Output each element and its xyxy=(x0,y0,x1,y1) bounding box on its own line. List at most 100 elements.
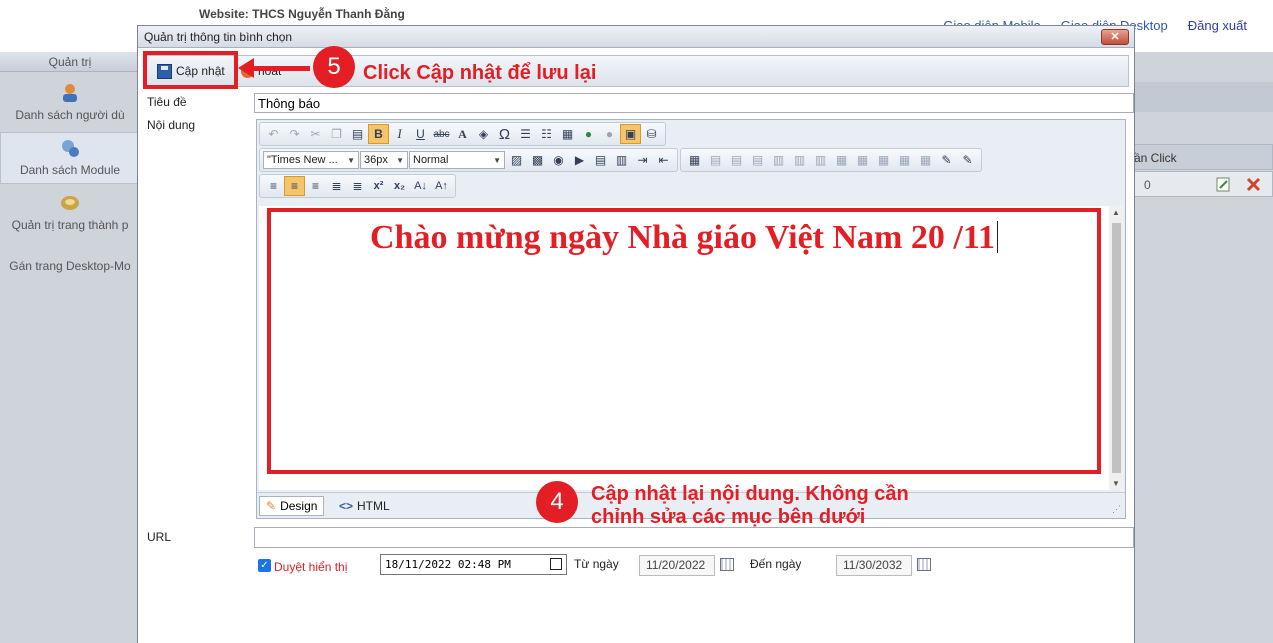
url-label: URL xyxy=(147,530,172,544)
pages-icon xyxy=(61,196,79,210)
paragraph-value: Normal xyxy=(413,154,449,166)
symbol-icon[interactable]: Ω xyxy=(494,124,515,144)
sidebar-item-label: Quản trị trang thành p xyxy=(11,218,129,232)
background-band xyxy=(1133,82,1273,112)
font-color-icon[interactable]: A xyxy=(452,124,473,144)
rich-text-editor: ↶ ↷ ✂ ❐ ▤ B I U abc A ◈ Ω ☰ ☷ ▦ ● ● ▣ ⛁ … xyxy=(256,119,1126,519)
users-icon xyxy=(63,84,77,102)
row-below-icon[interactable]: ▤ xyxy=(726,150,747,170)
image-icon[interactable]: ▨ xyxy=(506,150,527,170)
tab-html[interactable]: <> HTML xyxy=(339,496,390,516)
align-left-icon[interactable]: ≡ xyxy=(263,176,284,196)
image-map-icon[interactable]: ▩ xyxy=(527,150,548,170)
format-stripper-icon[interactable]: ▣ xyxy=(620,124,641,144)
bold-icon[interactable]: B xyxy=(368,124,389,144)
row-above-icon[interactable]: ▤ xyxy=(705,150,726,170)
strikethrough-icon[interactable]: abc xyxy=(431,124,452,144)
merge-cells-icon[interactable]: ▦ xyxy=(831,150,852,170)
cut-icon[interactable]: ✂ xyxy=(305,124,326,144)
from-date-calendar-icon[interactable] xyxy=(720,558,734,571)
logout-link[interactable]: Đăng xuất xyxy=(1188,18,1247,33)
editor-content-text[interactable]: Chào mừng ngày Nhà giáo Việt Nam 20 /11 xyxy=(271,219,1097,257)
subscript-icon[interactable]: x₂ xyxy=(389,176,410,196)
paste-icon[interactable]: ▤ xyxy=(347,124,368,144)
hyperlink-icon[interactable]: ● xyxy=(578,124,599,144)
scrollbar-thumb[interactable] xyxy=(1112,223,1121,473)
tab-design[interactable]: ✎ Design xyxy=(259,496,325,516)
background-content: ần Click 0 xyxy=(1133,52,1273,643)
indent-icon[interactable]: ⇥ xyxy=(632,150,653,170)
close-button[interactable]: ✕ xyxy=(1101,29,1129,45)
admin-sidebar: Quản trị Danh sách người dù Danh sách Mo… xyxy=(0,52,140,643)
insert-table-icon[interactable]: ▦ xyxy=(684,150,705,170)
font-size-select[interactable]: 36px ▼ xyxy=(360,151,408,169)
image-manager-icon[interactable]: ▦ xyxy=(557,124,578,144)
to-date-calendar-icon[interactable] xyxy=(917,558,931,571)
undo-icon[interactable]: ↶ xyxy=(263,124,284,144)
sidebar-item-users[interactable]: Danh sách người dù xyxy=(0,82,140,122)
delete-cell-icon[interactable]: ▦ xyxy=(894,150,915,170)
title-input[interactable] xyxy=(254,93,1134,113)
split-cell-h-icon[interactable]: ▦ xyxy=(915,150,936,170)
datetime-input[interactable]: 18/11/2022 02:48 PM xyxy=(380,554,567,575)
table-header: ần Click xyxy=(1133,144,1273,170)
editor-scrollbar[interactable]: ▲ ▼ xyxy=(1109,206,1124,490)
url-input[interactable] xyxy=(254,527,1134,548)
numbered-list-icon[interactable]: ☰ xyxy=(515,124,536,144)
step-4-note-line2: chỉnh sửa các mục bên dưới xyxy=(591,506,866,528)
justify-icon[interactable]: ≣ xyxy=(326,176,347,196)
calendar-icon[interactable] xyxy=(550,558,562,570)
edit-icon[interactable] xyxy=(1216,177,1231,192)
resize-grip-icon[interactable]: ⋰ xyxy=(1112,504,1121,515)
display-checkbox[interactable]: ✓ xyxy=(258,559,271,572)
template-icon[interactable]: ▤ xyxy=(590,150,611,170)
document-manager-icon[interactable]: ⛁ xyxy=(641,124,662,144)
split-cell-icon[interactable]: ▦ xyxy=(873,150,894,170)
cell-properties-icon[interactable]: ✎ xyxy=(936,150,957,170)
from-date-input[interactable]: 11/20/2022 xyxy=(639,555,715,576)
sidebar-header: Quản trị xyxy=(0,52,140,72)
table-properties-icon[interactable]: ✎ xyxy=(957,150,978,170)
remove-align-icon[interactable]: ≣ xyxy=(347,176,368,196)
editor-content-area[interactable]: Chào mừng ngày Nhà giáo Việt Nam 20 /11 xyxy=(259,206,1109,490)
content-highlight-box: Chào mừng ngày Nhà giáo Việt Nam 20 /11 xyxy=(267,208,1101,474)
paragraph-select[interactable]: Normal ▼ xyxy=(409,151,505,169)
copy-icon[interactable]: ❐ xyxy=(326,124,347,144)
bullet-list-icon[interactable]: ☷ xyxy=(536,124,557,144)
delete-row-icon[interactable]: ▤ xyxy=(747,150,768,170)
align-center-icon[interactable]: ≡ xyxy=(284,176,305,196)
voting-admin-dialog: Quản trị thông tin bình chọn ✕ Cập nhật … xyxy=(137,25,1135,643)
column-header-clicks: ần Click xyxy=(1134,151,1177,165)
font-name-select[interactable]: "Times New ... ▼ xyxy=(263,151,359,169)
sidebar-item-label: Danh sách người dù xyxy=(15,108,125,122)
abbr-icon[interactable]: ▥ xyxy=(611,150,632,170)
unlink-icon[interactable]: ● xyxy=(599,124,620,144)
align-right-icon[interactable]: ≡ xyxy=(305,176,326,196)
modules-icon xyxy=(62,140,79,157)
italic-icon[interactable]: I xyxy=(389,124,410,144)
delete-col-icon[interactable]: ▥ xyxy=(810,150,831,170)
superscript-icon[interactable]: x² xyxy=(368,176,389,196)
flash-icon[interactable]: ◉ xyxy=(548,150,569,170)
convert-upper-icon[interactable]: A↑ xyxy=(431,176,452,196)
outdent-icon[interactable]: ⇤ xyxy=(653,150,674,170)
underline-icon[interactable]: U xyxy=(410,124,431,144)
sidebar-item-pages[interactable]: Quản trị trang thành p xyxy=(0,192,140,232)
dialog-title: Quản trị thông tin bình chọn xyxy=(138,26,1134,48)
highlight-icon[interactable]: ◈ xyxy=(473,124,494,144)
to-date-input[interactable]: 11/30/2032 xyxy=(836,555,912,576)
delete-icon[interactable] xyxy=(1246,177,1261,192)
col-left-icon[interactable]: ▥ xyxy=(768,150,789,170)
col-right-icon[interactable]: ▥ xyxy=(789,150,810,170)
step-5-badge: 5 xyxy=(313,46,355,88)
sidebar-item-modules[interactable]: Danh sách Module xyxy=(0,132,140,184)
media-icon[interactable]: ▶ xyxy=(569,150,590,170)
merge-down-icon[interactable]: ▦ xyxy=(852,150,873,170)
redo-icon[interactable]: ↷ xyxy=(284,124,305,144)
toolbar-group: ↶ ↷ ✂ ❐ ▤ B I U abc A ◈ Ω ☰ ☷ ▦ ● ● ▣ ⛁ xyxy=(259,122,666,146)
sidebar-item-assign-desktop[interactable]: Gán trang Desktop-Mo xyxy=(0,259,140,273)
scroll-down-icon[interactable]: ▼ xyxy=(1112,479,1120,488)
font-size-value: 36px xyxy=(364,154,388,166)
scroll-up-icon[interactable]: ▲ xyxy=(1112,208,1120,217)
convert-lower-icon[interactable]: A↓ xyxy=(410,176,431,196)
